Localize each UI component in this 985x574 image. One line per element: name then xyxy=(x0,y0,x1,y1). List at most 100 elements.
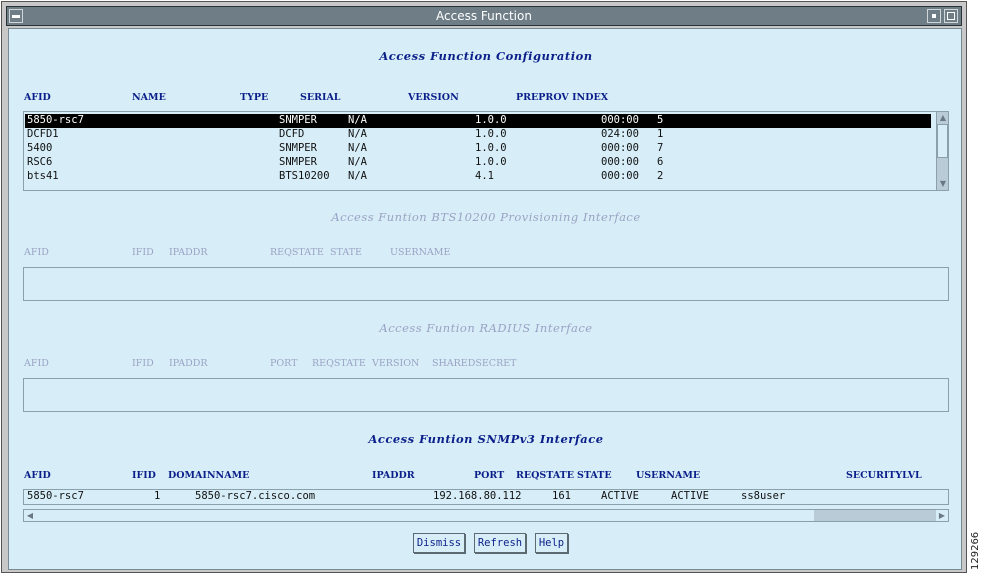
minimize-button[interactable] xyxy=(927,9,941,23)
cell-serial: N/A xyxy=(348,156,367,168)
cell-serial: N/A xyxy=(348,142,367,154)
cell-version: 1.0.0 xyxy=(475,128,507,140)
radius-iface-list[interactable] xyxy=(23,378,949,412)
snmp-iface-list[interactable]: 5850-rsc7 1 5850-rsc7.cisco.com 192.168.… xyxy=(23,489,949,505)
col-name: NAME xyxy=(132,92,166,103)
col-username: USERNAME xyxy=(390,247,451,258)
cell-serial: N/A xyxy=(348,114,367,126)
col-afid: AFID xyxy=(24,92,51,103)
cell-preprov: 000:00 xyxy=(601,142,639,154)
col-state: STATE xyxy=(330,247,362,258)
vertical-scroll-thumb[interactable] xyxy=(937,124,948,158)
col-ipaddr: IPADDR xyxy=(169,247,208,258)
cell-version: 1.0.0 xyxy=(475,142,507,154)
table-row[interactable]: 5850-rsc7 SNMPER N/A 1.0.0 000:00 5 xyxy=(25,114,931,128)
cell-afid: RSC6 xyxy=(27,156,53,168)
cell-type: SNMPER xyxy=(279,142,317,154)
cell-index: 6 xyxy=(657,156,664,168)
col-state: STATE xyxy=(577,470,612,481)
cell-index: 1 xyxy=(657,128,664,140)
cell-afid: bts41 xyxy=(27,170,59,182)
cell-type: SNMPER xyxy=(279,156,317,168)
bts-iface-title: Access Funtion BTS10200 Provisioning Int… xyxy=(331,210,641,224)
col-reqstate: REQSTATE xyxy=(270,247,324,258)
cell-index: 2 xyxy=(657,170,664,182)
dialog-client-area: Access Function Configuration AFID NAME … xyxy=(8,28,962,570)
col-preprov-index: PREPROV INDEX xyxy=(516,92,609,103)
cell-afid: DCFD1 xyxy=(27,128,59,140)
help-button[interactable]: Help xyxy=(535,533,568,553)
cell-preprov: 000:00 xyxy=(601,114,639,126)
col-ifid: IFID xyxy=(132,358,154,369)
dismiss-button[interactable]: Dismiss xyxy=(413,533,465,553)
horizontal-scroll-thumb[interactable] xyxy=(814,510,936,521)
maximize-button[interactable] xyxy=(944,9,958,23)
af-config-list[interactable]: 5850-rsc7 SNMPER N/A 1.0.0 000:00 5 DCFD… xyxy=(23,111,949,191)
cell-serial: N/A xyxy=(348,128,367,140)
col-type: TYPE xyxy=(240,92,269,103)
cell-index: 5 xyxy=(657,114,664,126)
cell-type: DCFD xyxy=(279,128,305,140)
cell-serial: N/A xyxy=(348,170,367,182)
col-reqstate: REQSTATE xyxy=(312,358,366,369)
scroll-up-icon[interactable]: ▲ xyxy=(937,112,949,124)
snmp-iface-title: Access Funtion SNMPv3 Interface xyxy=(368,432,604,446)
radius-iface-title: Access Funtion RADIUS Interface xyxy=(379,321,593,335)
minimize-icon xyxy=(932,14,936,18)
access-function-window: Access Function Access Function Configur… xyxy=(1,1,967,573)
snmp-horizontal-scrollbar[interactable]: ◀ ▶ xyxy=(23,509,949,522)
col-reqstate: REQSTATE xyxy=(516,470,574,481)
figure-id: 129266 xyxy=(970,531,981,570)
cell-afid: 5850-rsc7 xyxy=(27,114,84,126)
af-config-title: Access Function Configuration xyxy=(379,49,593,63)
title-bar[interactable]: Access Function xyxy=(6,6,962,26)
cell-preprov: 000:00 xyxy=(601,170,639,182)
table-row[interactable]: 5400 SNMPER N/A 1.0.0 000:00 7 xyxy=(25,142,931,156)
cell-afid: 5850-rsc7 xyxy=(27,490,84,502)
col-ipaddr: IPADDR xyxy=(169,358,208,369)
col-ipaddr: IPADDR xyxy=(372,470,415,481)
af-config-vertical-scrollbar[interactable]: ▲ ▼ xyxy=(936,111,949,191)
col-afid: AFID xyxy=(24,247,49,258)
col-afid: AFID xyxy=(24,470,51,481)
cell-username: ss8user xyxy=(741,490,786,502)
scroll-down-icon[interactable]: ▼ xyxy=(937,178,949,190)
col-port: PORT xyxy=(474,470,505,481)
col-afid: AFID xyxy=(24,358,49,369)
col-sharedsecret: SHAREDSECRET xyxy=(432,358,517,369)
col-serial: SERIAL xyxy=(300,92,341,103)
cell-ipaddr: 192.168.80.112 xyxy=(433,490,522,502)
cell-type: BTS10200 xyxy=(279,170,330,182)
table-row[interactable]: DCFD1 DCFD N/A 1.0.0 024:00 1 xyxy=(25,128,931,142)
col-securitylvl: SECURITYLVL xyxy=(846,470,922,481)
cell-state: ACTIVE xyxy=(671,490,709,502)
col-port: PORT xyxy=(270,358,298,369)
cell-index: 7 xyxy=(657,142,664,154)
cell-preprov: 024:00 xyxy=(601,128,639,140)
col-ifid: IFID xyxy=(132,247,154,258)
cell-port: 161 xyxy=(552,490,571,502)
cell-preprov: 000:00 xyxy=(601,156,639,168)
refresh-button[interactable]: Refresh xyxy=(474,533,526,553)
maximize-icon xyxy=(947,12,955,20)
cell-version: 1.0.0 xyxy=(475,156,507,168)
cell-version: 4.1 xyxy=(475,170,494,182)
cell-version: 1.0.0 xyxy=(475,114,507,126)
table-row[interactable]: 5850-rsc7 1 5850-rsc7.cisco.com 192.168.… xyxy=(25,490,931,504)
cell-afid: 5400 xyxy=(27,142,53,154)
col-domainname: DOMAINNAME xyxy=(168,470,250,481)
window-title: Access Function xyxy=(436,9,532,23)
cell-type: SNMPER xyxy=(279,114,317,126)
cell-ifid: 1 xyxy=(154,490,161,502)
col-version: VERSION xyxy=(372,358,420,369)
col-username: USERNAME xyxy=(636,470,701,481)
bts-iface-list[interactable] xyxy=(23,267,949,301)
scroll-right-icon[interactable]: ▶ xyxy=(936,510,948,522)
table-row[interactable]: RSC6 SNMPER N/A 1.0.0 000:00 6 xyxy=(25,156,931,170)
col-version: VERSION xyxy=(408,92,459,103)
table-row[interactable]: bts41 BTS10200 N/A 4.1 000:00 2 xyxy=(25,170,931,184)
cell-domainname: 5850-rsc7.cisco.com xyxy=(195,490,316,502)
col-ifid: IFID xyxy=(132,470,156,481)
cell-reqstate: ACTIVE xyxy=(601,490,639,502)
scroll-left-icon[interactable]: ◀ xyxy=(24,510,36,522)
